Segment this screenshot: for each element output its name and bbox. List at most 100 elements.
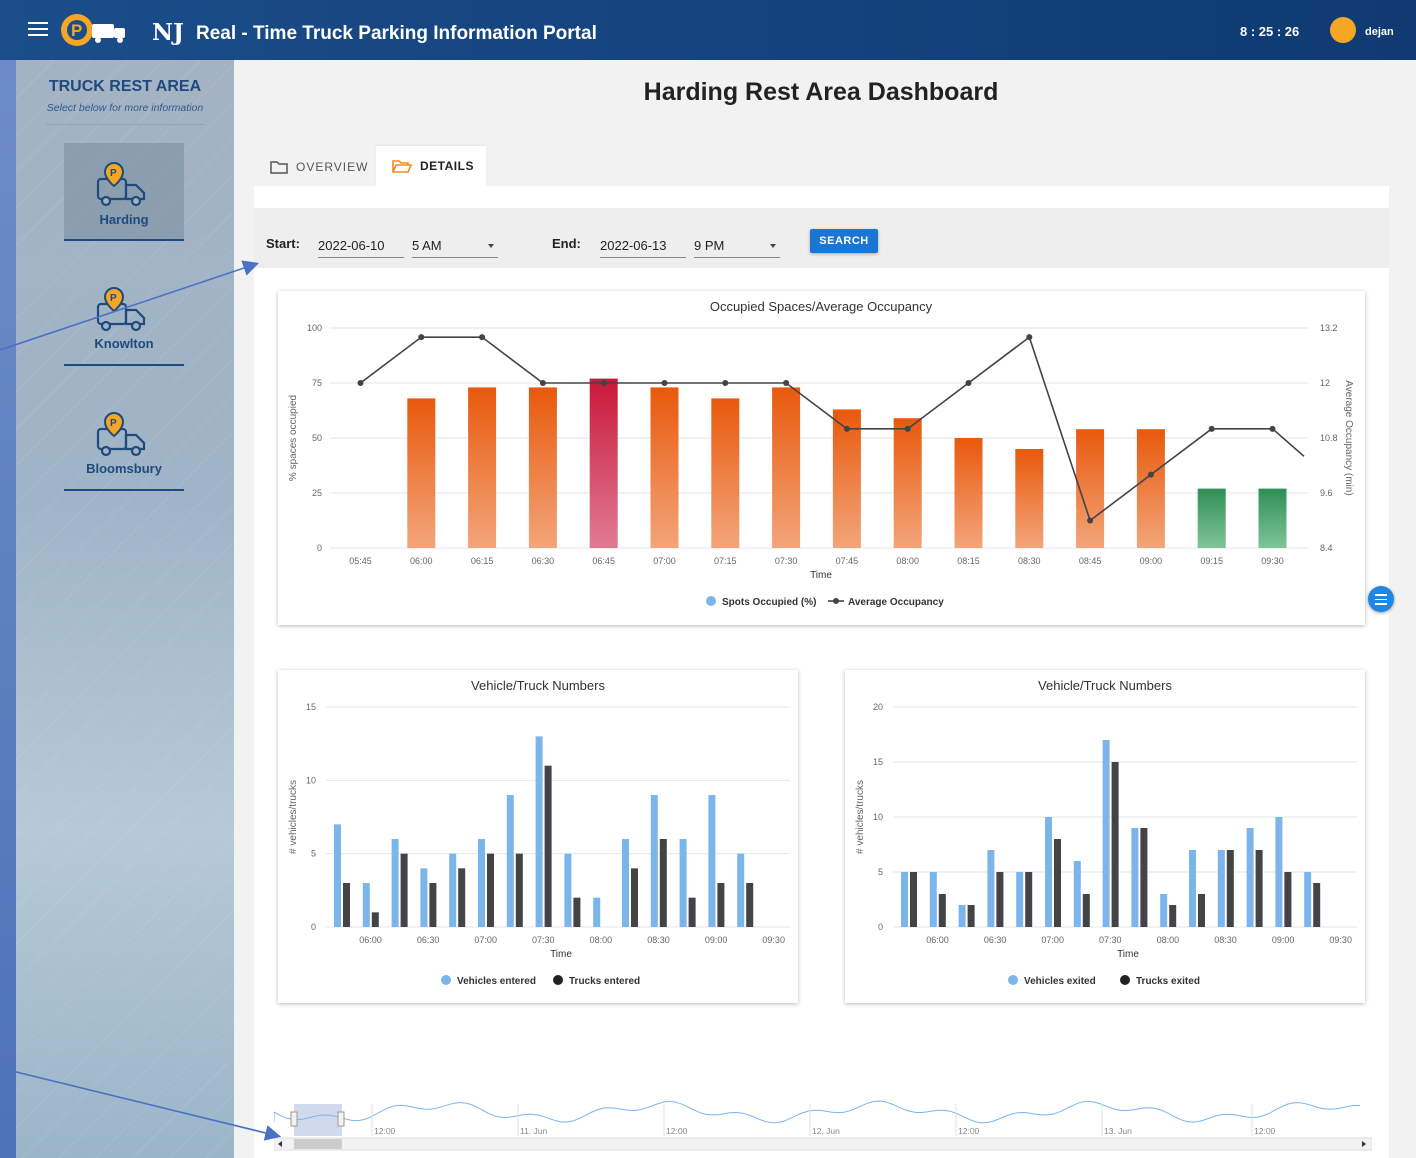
- y2-tick-label: 10.8: [1320, 433, 1338, 443]
- line-point: [661, 380, 668, 386]
- y-axis-label: # vehicles/trucks: [288, 780, 299, 854]
- vehicles-bar: [1045, 817, 1052, 927]
- x-tick-label: 08:45: [1079, 556, 1102, 566]
- x-tick-label: 08:30: [647, 935, 670, 945]
- y-tick-label: 0: [311, 922, 316, 932]
- trucks-bar: [938, 894, 946, 927]
- line-point: [418, 334, 425, 341]
- navigator-handle-left: [290, 1111, 298, 1127]
- x-tick-label: 06:00: [926, 935, 949, 945]
- vehicles-bar: [506, 795, 514, 927]
- sidebar: TRUCK REST AREA Select below for more in…: [16, 60, 234, 1158]
- vehicles-bar: [650, 795, 658, 927]
- legend-marker: [441, 975, 451, 985]
- trucks-bar: [1198, 894, 1205, 927]
- start-date-field[interactable]: 2022-06-10: [318, 238, 404, 258]
- legend-label: Vehicles entered: [457, 976, 536, 987]
- line-point: [965, 380, 972, 386]
- end-hour-select[interactable]: 9 PM: [694, 238, 780, 258]
- x-axis-label: Time: [810, 570, 832, 581]
- end-hour-value: 9 PM: [694, 238, 725, 253]
- trucks-bar: [458, 868, 466, 927]
- y2-tick-label: 9.6: [1320, 488, 1333, 498]
- x-tick-label: 09:00: [705, 935, 728, 945]
- legend-label: Spots Occupied (%): [722, 597, 816, 608]
- sidebar-item-underline: [64, 489, 184, 491]
- svg-text:P: P: [110, 168, 117, 179]
- vehicles-bar: [929, 872, 937, 927]
- x-tick-label: 06:30: [532, 556, 555, 566]
- trucks-bar: [544, 765, 552, 927]
- line-point: [479, 334, 486, 341]
- end-date-field[interactable]: 2022-06-13: [600, 238, 686, 258]
- clock: 8 : 25 : 26: [1240, 24, 1300, 39]
- sidebar-item-knowlton[interactable]: P Knowlton: [64, 268, 184, 366]
- top-app-bar: P NJ Real - Time Truck Parking Informati…: [0, 0, 1416, 60]
- navigator-selected-range: [294, 1104, 342, 1136]
- chart-menu-button[interactable]: [1368, 586, 1394, 612]
- app-title: Real - Time Truck Parking Information Po…: [196, 23, 597, 44]
- start-hour-select[interactable]: 5 AM: [412, 238, 498, 258]
- vehicles-bar: [478, 839, 485, 927]
- y-tick-label: 15: [873, 757, 883, 767]
- sidebar-item-bloomsbury[interactable]: P Bloomsbury: [64, 393, 184, 491]
- search-button[interactable]: SEARCH: [810, 229, 878, 253]
- vehicles-bar: [334, 824, 341, 927]
- x-tick-label: 05:45: [349, 556, 372, 566]
- vehicles-bar: [1160, 894, 1168, 927]
- y-tick-label: 20: [873, 702, 883, 712]
- trucks-bar: [746, 883, 754, 927]
- user-name[interactable]: dejan: [1365, 26, 1394, 38]
- dropdown-caret-icon: [488, 244, 494, 248]
- line-point: [722, 380, 729, 386]
- start-hour-value: 5 AM: [412, 238, 442, 253]
- x-tick-label: 09:30: [1261, 556, 1284, 566]
- hamburger-menu-icon[interactable]: [28, 18, 48, 40]
- x-tick-label: 06:30: [417, 935, 440, 945]
- bar: [650, 387, 679, 548]
- trucks-bar: [996, 872, 1004, 927]
- start-label: Start:: [266, 236, 300, 251]
- legend-label: Average Occupancy: [848, 597, 944, 608]
- bar: [1136, 429, 1165, 548]
- user-avatar-icon[interactable]: [1330, 17, 1356, 43]
- line-point: [1208, 425, 1215, 432]
- y-tick-label: 25: [312, 488, 322, 498]
- dropdown-caret-icon: [770, 244, 776, 248]
- x-tick-label: 08:30: [1018, 556, 1041, 566]
- line-point: [1026, 334, 1033, 341]
- x-tick-label: 08:15: [957, 556, 980, 566]
- vehicles-exited-chart: Vehicle/Truck Numbers 0 5 10 15 20 # vehicles/…: [855, 678, 1357, 987]
- vehicles-bar: [449, 853, 457, 927]
- bar: [711, 398, 740, 548]
- vehicles-bar: [535, 736, 543, 927]
- x-axis-label: Time: [1117, 949, 1139, 960]
- y2-tick-label: 13.2: [1320, 323, 1338, 333]
- navigator-label: 11. Jun: [520, 1126, 548, 1136]
- menu-line: [1375, 598, 1387, 601]
- line-point: [783, 380, 790, 386]
- sidebar-item-harding[interactable]: P Harding: [64, 143, 184, 241]
- occupancy-chart-card: Occupied Spaces/Average Occupancy 0 25 50 75…: [278, 291, 1365, 625]
- line-point: [1269, 425, 1276, 432]
- vehicles-bar: [1304, 872, 1312, 927]
- trucks-bar: [487, 853, 494, 927]
- trucks-bar: [717, 883, 725, 927]
- x-tick-label: 07:00: [474, 935, 497, 945]
- vehicles-bar: [1073, 861, 1081, 927]
- bar: [407, 398, 436, 548]
- legend-label: Vehicles exited: [1024, 976, 1096, 987]
- line-point: [357, 380, 364, 386]
- bar: [1015, 449, 1044, 548]
- trucks-bar: [1226, 850, 1234, 927]
- tab-details[interactable]: DETAILS: [376, 146, 486, 186]
- tab-overview[interactable]: OVERVIEW: [254, 148, 376, 186]
- x-tick-label: 09:30: [1329, 935, 1352, 945]
- x-tick-label: 06:15: [471, 556, 494, 566]
- time-range-navigator[interactable]: 12:00 11. Jun 12:00 12. Jun 12:00 13. Jun 12:0…: [274, 1100, 1372, 1154]
- svg-text:P: P: [110, 293, 117, 304]
- vehicles-bar: [593, 897, 601, 927]
- bar: [589, 378, 618, 548]
- vehicles-bar: [1217, 850, 1225, 927]
- navigator-label: 12:00: [374, 1126, 396, 1136]
